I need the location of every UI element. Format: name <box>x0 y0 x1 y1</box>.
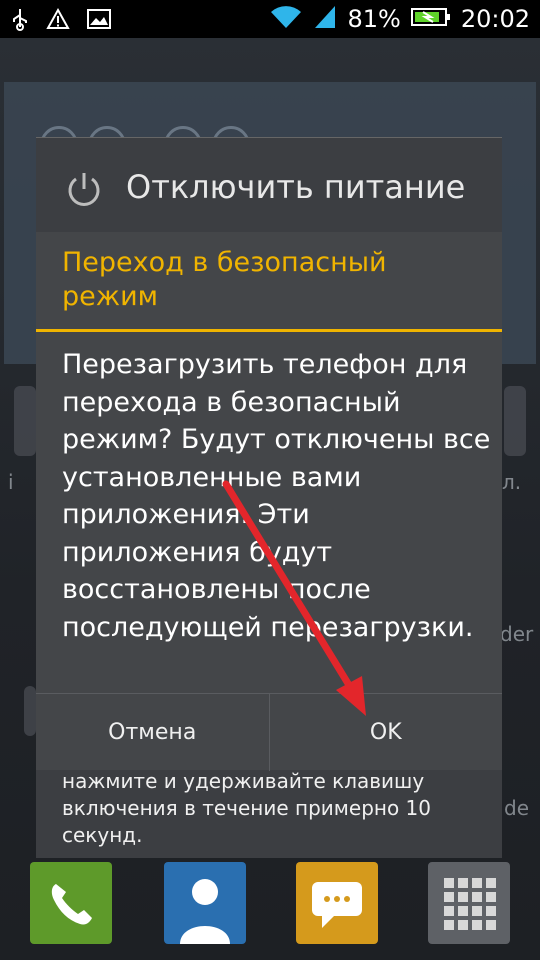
background-label: л. <box>502 470 522 494</box>
power-off-hint: нажмите и удерживайте клавишу включения … <box>62 769 432 847</box>
background-label: i <box>8 470 14 494</box>
background-app-icon <box>504 386 526 456</box>
dialog-message: Перезагрузить телефон для перехода в без… <box>62 349 491 643</box>
dock-messages-icon[interactable] <box>296 862 378 944</box>
power-off-title: Отключить питание <box>126 168 466 206</box>
status-bar: 81% 20:02 <box>0 0 540 38</box>
dock-app-drawer-icon[interactable] <box>428 862 510 944</box>
signal-icon <box>313 4 337 34</box>
background-label: de <box>504 796 529 820</box>
dock-contacts-icon[interactable] <box>164 862 246 944</box>
warning-icon <box>46 7 70 35</box>
background-label: der <box>500 622 534 646</box>
background-app-icon <box>24 686 36 736</box>
dialog-title: Переход в безопасный режим <box>62 247 387 312</box>
ok-button[interactable]: OK <box>268 694 503 771</box>
dialog-button-bar: Отмена OK <box>36 693 502 771</box>
battery-charging-icon <box>410 6 451 32</box>
dock-phone-icon[interactable] <box>30 862 112 944</box>
wifi-icon <box>269 4 303 34</box>
battery-percent: 81% <box>347 5 401 33</box>
power-off-header: Отключить питание <box>36 138 502 232</box>
safe-mode-dialog: Переход в безопасный режим Перезагрузить… <box>36 232 502 771</box>
power-icon <box>64 170 104 214</box>
usb-icon <box>10 7 30 35</box>
dialog-title-divider <box>36 329 502 332</box>
image-icon <box>86 7 112 35</box>
clock: 20:02 <box>460 5 530 33</box>
cancel-button[interactable]: Отмена <box>36 694 269 771</box>
background-app-icon <box>14 386 36 456</box>
